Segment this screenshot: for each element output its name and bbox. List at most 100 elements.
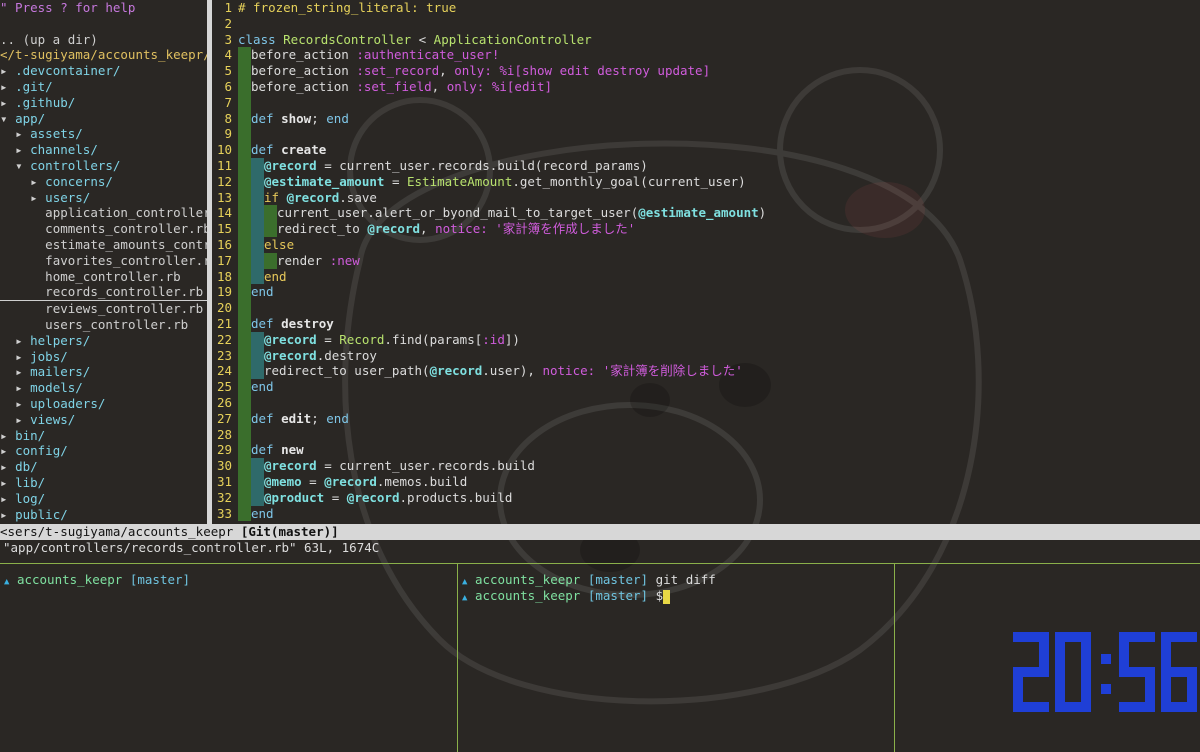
- code-line[interactable]: 18 end: [212, 268, 1200, 285]
- line-number: 9: [224, 126, 232, 142]
- code-token: '家計簿を作成しました': [495, 221, 636, 237]
- tree-file-item[interactable]: .. (up a dir): [0, 32, 207, 48]
- code-token: ]): [504, 331, 520, 347]
- tree-folder-item[interactable]: ▾ app/: [0, 111, 207, 127]
- line-number: 11: [216, 157, 232, 173]
- code-line[interactable]: 13 if @record.save: [212, 189, 1200, 206]
- code-line[interactable]: 5 before_action :set_record, only: %i[sho…: [212, 63, 1200, 79]
- line-number: 28: [216, 426, 232, 442]
- indent-guide: [251, 473, 264, 490]
- tree-folder-item[interactable]: ▸ assets/: [0, 126, 207, 142]
- code-line[interactable]: 10 def create: [212, 142, 1200, 158]
- indent-guide: [238, 363, 251, 380]
- code-line[interactable]: 4 before_action :authenticate_user!: [212, 47, 1200, 64]
- code-line[interactable]: 28: [212, 426, 1200, 443]
- code-line[interactable]: 20: [212, 300, 1200, 316]
- tree-file-item[interactable]: estimate_amounts_controll: [0, 237, 207, 253]
- code-line[interactable]: 23 @record.destroy: [212, 347, 1200, 364]
- nerdtree-file-tree[interactable]: " Press ? for help .. (up a dir) </t-sugi…: [0, 0, 207, 524]
- clock-digit-segment: [1055, 667, 1065, 712]
- code-line[interactable]: 1 # frozen_string_literal: true: [212, 0, 1200, 16]
- code-line[interactable]: 14 current_user.alert_or_byond_mail_to_ta…: [212, 205, 1200, 222]
- terminal-pane-left[interactable]: ▲ accounts_keepr [master]: [0, 564, 455, 752]
- terminal-pane-clock[interactable]: 20:56: [895, 564, 1200, 752]
- tree-folder-item[interactable]: ▸ .github/: [0, 95, 207, 111]
- code-line[interactable]: 22 @record = Record.find(params[:id]): [212, 331, 1200, 348]
- code-line[interactable]: 17 render :new: [212, 252, 1200, 269]
- code-editor[interactable]: 1 # frozen_string_literal: true 2 3 class Re…: [212, 0, 1200, 524]
- tree-file-item[interactable]: application_controller.rb: [0, 205, 207, 221]
- tree-folder-item[interactable]: ▸ db/: [0, 459, 207, 475]
- code-token: .products.build: [399, 489, 513, 505]
- shell-prompt-active[interactable]: ▲ accounts_keepr [master] $: [458, 588, 894, 604]
- tree-folder-item[interactable]: ▸ .git/: [0, 79, 207, 95]
- tree-root-path[interactable]: </t-sugiyama/accounts_keepr/: [0, 47, 207, 63]
- expanded-arrow-icon: ▾: [15, 157, 31, 173]
- tree-folder-item[interactable]: ▾ controllers/: [0, 158, 207, 174]
- code-token: <: [411, 31, 434, 47]
- code-token: before_action: [251, 63, 357, 79]
- prompt-arrow-icon: ▲: [462, 577, 468, 587]
- indent-guide: [251, 205, 264, 222]
- code-token: @record: [264, 157, 317, 173]
- vim-command-line[interactable]: "app/controllers/records_controller.rb" …: [0, 540, 1200, 556]
- tree-file-item[interactable]: favorites_controller.rb: [0, 253, 207, 269]
- code-line[interactable]: 15 redirect_to @record, notice: '家計簿を作成しま…: [212, 221, 1200, 237]
- tree-folder-item[interactable]: ▸ mailers/: [0, 364, 207, 380]
- code-line[interactable]: 24 redirect_to user_path(@record.user), n…: [212, 363, 1200, 380]
- code-line[interactable]: 3 class RecordsController < ApplicationCo…: [212, 32, 1200, 48]
- tree-folder-item[interactable]: ▸ public/: [0, 507, 207, 523]
- tree-folder-item[interactable]: ▸ concerns/: [0, 174, 207, 190]
- tree-file-item[interactable]: records_controller.rb: [0, 284, 207, 302]
- tree-folder-item[interactable]: ▸ .devcontainer/: [0, 63, 207, 79]
- tree-item-label: .github/: [15, 94, 76, 110]
- code-line[interactable]: 19 end: [212, 284, 1200, 301]
- code-line[interactable]: 11 @record = current_user.records.build(r…: [212, 157, 1200, 174]
- tree-file-item[interactable]: comments_controller.rb: [0, 221, 207, 237]
- tree-folder-item[interactable]: ▸ channels/: [0, 142, 207, 158]
- code-token: =: [301, 473, 325, 489]
- code-token: :new: [329, 252, 360, 268]
- tree-item-label: channels/: [30, 142, 98, 158]
- code-line[interactable]: 32 @product = @record.products.build: [212, 489, 1200, 506]
- code-line[interactable]: 12 @estimate_amount = EstimateAmount.get_…: [212, 173, 1200, 190]
- code-line[interactable]: 21 def destroy: [212, 315, 1200, 332]
- tree-folder-item[interactable]: ▸ lib/: [0, 475, 207, 491]
- tree-folder-item[interactable]: ▸ config/: [0, 443, 207, 459]
- code-line[interactable]: 16 else: [212, 236, 1200, 253]
- code-line[interactable]: 30 @record = current_user.records.build: [212, 458, 1200, 474]
- code-line[interactable]: 2: [212, 16, 1200, 32]
- code-line[interactable]: 9: [212, 126, 1200, 143]
- code-line[interactable]: 29 def new: [212, 442, 1200, 459]
- line-number: 26: [216, 394, 232, 410]
- code-line[interactable]: 25 end: [212, 379, 1200, 395]
- code-line[interactable]: 27 def edit; end: [212, 410, 1200, 427]
- code-line[interactable]: 26: [212, 394, 1200, 411]
- code-line[interactable]: 33 end: [212, 505, 1200, 522]
- tree-item-label: controllers/: [30, 157, 121, 173]
- code-token: =: [324, 489, 347, 505]
- code-token: notice:: [542, 363, 596, 379]
- tree-folder-item[interactable]: ▸ helpers/: [0, 333, 207, 349]
- code-line[interactable]: 6 before_action :set_field, only: %i[edit…: [212, 78, 1200, 95]
- tree-folder-item[interactable]: ▸ uploaders/: [0, 396, 207, 412]
- tree-folder-item[interactable]: ▸ users/: [0, 190, 207, 206]
- code-line[interactable]: 8 def show; end: [212, 110, 1200, 127]
- tree-file-item[interactable]: users_controller.rb: [0, 317, 207, 333]
- tree-file-item[interactable]: reviews_controller.rb: [0, 301, 207, 317]
- code-token: show: [281, 110, 312, 126]
- code-line[interactable]: 7: [212, 94, 1200, 111]
- tree-item-label: users_controller.rb: [45, 316, 189, 332]
- code-token: ): [758, 205, 767, 221]
- code-line[interactable]: 31 @memo = @record.memos.build: [212, 473, 1200, 490]
- tree-folder-item[interactable]: ▸ log/: [0, 491, 207, 507]
- tree-folder-item[interactable]: ▸ views/: [0, 412, 207, 428]
- tree-folder-item[interactable]: ▸ jobs/: [0, 349, 207, 365]
- tree-file-item[interactable]: home_controller.rb: [0, 269, 207, 285]
- code-token: end: [251, 505, 274, 521]
- indent-guide: [251, 363, 264, 380]
- terminal-pane-middle[interactable]: ▲ accounts_keepr [master] git diff ▲ acc…: [457, 564, 895, 752]
- tree-folder-item[interactable]: ▸ models/: [0, 380, 207, 396]
- tree-folder-item[interactable]: ▸ bin/: [0, 428, 207, 444]
